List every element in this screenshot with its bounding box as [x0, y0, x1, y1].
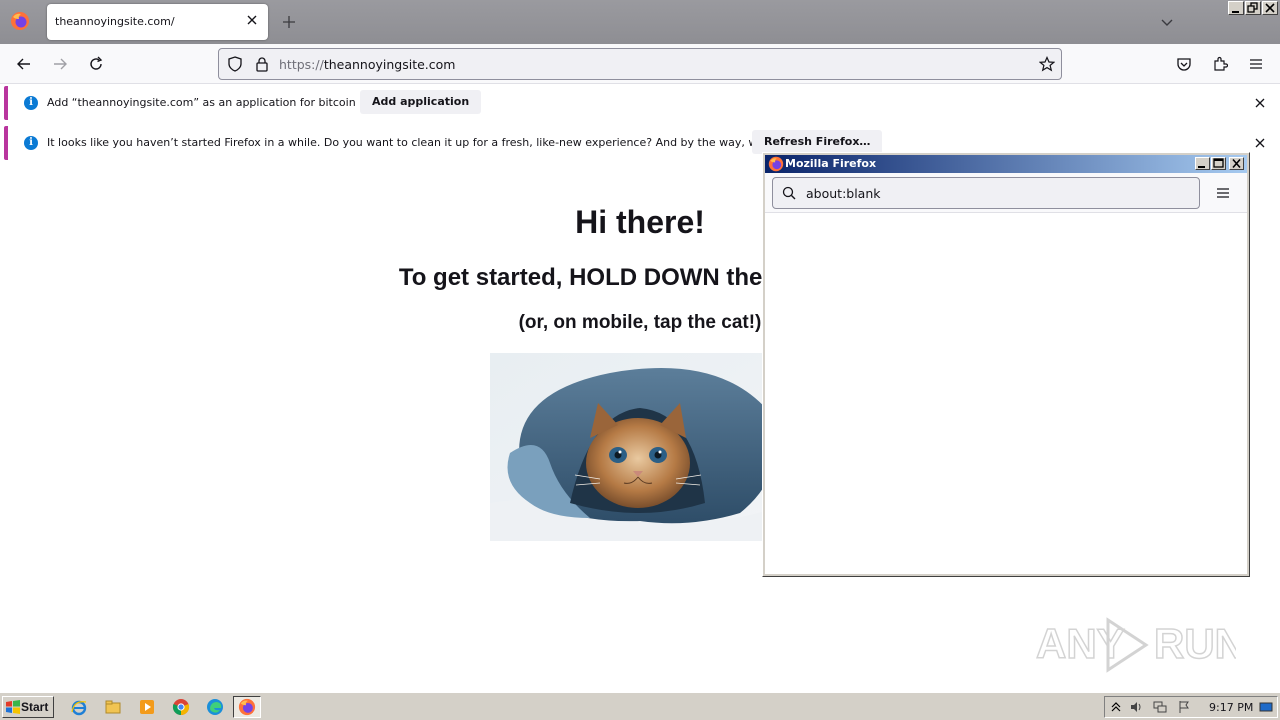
- search-icon: [782, 186, 796, 200]
- back-icon[interactable]: [16, 56, 32, 72]
- lock-icon[interactable]: [255, 56, 269, 72]
- show-desktop-icon[interactable]: [1259, 700, 1273, 714]
- cat-image[interactable]: [490, 353, 790, 541]
- svg-text:ANY: ANY: [1036, 620, 1125, 667]
- windows-flag-icon: [6, 700, 20, 714]
- popup-url-bar[interactable]: about:blank: [772, 177, 1200, 209]
- menu-icon[interactable]: [1215, 185, 1231, 201]
- media-player-icon[interactable]: [138, 698, 156, 716]
- close-icon[interactable]: [1253, 136, 1267, 150]
- close-icon[interactable]: [244, 12, 260, 28]
- shield-icon[interactable]: [227, 56, 243, 72]
- popup-title: Mozilla Firefox: [785, 157, 877, 170]
- extensions-icon[interactable]: [1212, 56, 1228, 72]
- edge-icon[interactable]: [206, 698, 224, 716]
- star-icon[interactable]: [1039, 56, 1055, 72]
- anyrun-watermark: ANY RUN: [1036, 617, 1236, 673]
- forward-icon[interactable]: [52, 56, 68, 72]
- system-tray: 9:17 PM: [1104, 696, 1278, 718]
- ie-icon[interactable]: [70, 698, 88, 716]
- volume-icon[interactable]: [1129, 700, 1143, 714]
- popup-maximize-button[interactable]: [1211, 157, 1226, 170]
- close-window-button[interactable]: [1262, 1, 1278, 15]
- chrome-icon[interactable]: [172, 698, 190, 716]
- nav-toolbar: https://theannoyingsite.com: [0, 44, 1280, 84]
- svg-text:RUN: RUN: [1154, 620, 1236, 667]
- menu-icon[interactable]: [1248, 56, 1264, 72]
- firefox-icon: [238, 698, 256, 716]
- notification-bar-app: i Add “theannoyingsite.com” as an applic…: [4, 86, 1276, 120]
- notification-text: It looks like you haven’t started Firefo…: [47, 136, 832, 149]
- taskbar-firefox-active[interactable]: [233, 696, 261, 718]
- title-bar: theannoyingsite.com/: [0, 0, 1280, 44]
- minimize-button[interactable]: [1228, 1, 1244, 15]
- refresh-firefox-button[interactable]: Refresh Firefox…: [752, 130, 883, 154]
- chevron-down-icon[interactable]: [1159, 14, 1175, 30]
- tab-title: theannoyingsite.com/: [55, 15, 175, 28]
- start-button[interactable]: Start: [2, 696, 54, 718]
- popup-close-button[interactable]: [1229, 157, 1244, 170]
- firefox-icon[interactable]: [10, 11, 30, 31]
- flag-icon[interactable]: [1177, 700, 1191, 714]
- pocket-icon[interactable]: [1176, 56, 1192, 72]
- popup-minimize-button[interactable]: [1195, 157, 1210, 170]
- chevron-up-icon[interactable]: [1109, 700, 1123, 714]
- notification-text: Add “theannoyingsite.com” as an applicat…: [47, 96, 391, 109]
- taskbar: Start 9:17 PM: [0, 692, 1280, 720]
- tab-active[interactable]: theannoyingsite.com/: [47, 4, 268, 40]
- info-icon: i: [24, 136, 38, 150]
- plus-icon[interactable]: [281, 14, 297, 30]
- firefox-icon: [768, 156, 784, 172]
- reload-icon[interactable]: [88, 56, 104, 72]
- url-bar[interactable]: https://theannoyingsite.com: [218, 48, 1062, 80]
- network-icon[interactable]: [1153, 700, 1167, 714]
- add-application-button[interactable]: Add application: [360, 90, 482, 114]
- url-text[interactable]: https://theannoyingsite.com: [279, 57, 455, 72]
- clock[interactable]: 9:17 PM: [1209, 701, 1253, 714]
- close-icon[interactable]: [1253, 96, 1267, 110]
- popup-body: about:blank: [765, 173, 1247, 574]
- popup-window[interactable]: Mozilla Firefox about:blank: [762, 152, 1250, 577]
- popup-toolbar: about:blank: [765, 173, 1247, 213]
- popup-url-text[interactable]: about:blank: [806, 186, 881, 201]
- explorer-icon[interactable]: [104, 698, 122, 716]
- info-icon: i: [24, 96, 38, 110]
- popup-title-bar[interactable]: Mozilla Firefox: [765, 155, 1247, 173]
- restore-button[interactable]: [1245, 1, 1261, 15]
